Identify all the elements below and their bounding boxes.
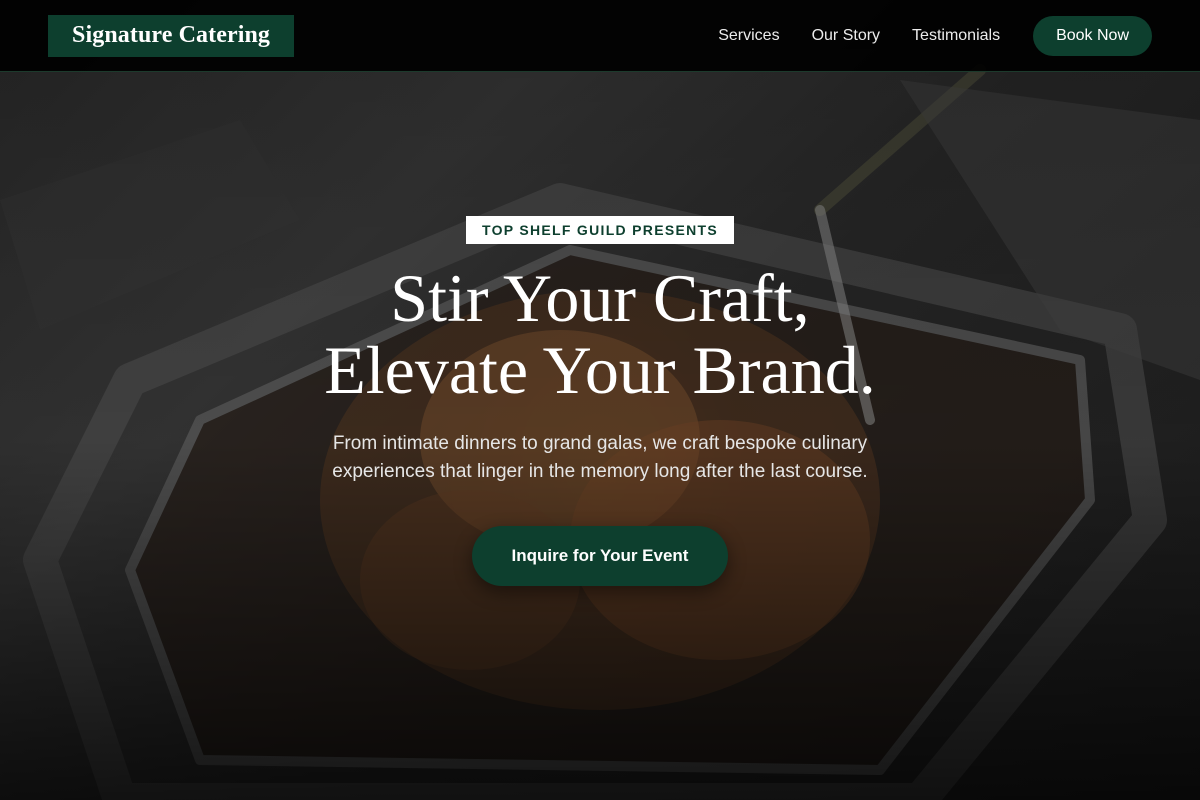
nav-link-our-story[interactable]: Our Story: [812, 27, 880, 45]
main-nav: Services Our Story Testimonials Book Now: [718, 15, 1152, 56]
nav-link-testimonials[interactable]: Testimonials: [912, 27, 1000, 45]
headline-line-1: Stir Your Craft,: [390, 260, 810, 336]
hero-headline: Stir Your Craft, Elevate Your Brand.: [324, 262, 875, 406]
hero-subcopy: From intimate dinners to grand galas, we…: [332, 433, 868, 482]
nav-link-services[interactable]: Services: [718, 27, 779, 45]
headline-line-2: Elevate Your Brand.: [324, 332, 876, 408]
eyebrow-badge: TOP SHELF GUILD PRESENTS: [465, 216, 735, 244]
logo[interactable]: Signature Catering: [48, 14, 295, 57]
site-header: Signature Catering Services Our Story Te…: [0, 0, 1200, 72]
book-now-button[interactable]: Book Now: [1033, 15, 1152, 56]
inquire-button[interactable]: Inquire for Your Event: [471, 526, 729, 586]
hero-section: TOP SHELF GUILD PRESENTS Stir Your Craft…: [0, 216, 1200, 586]
